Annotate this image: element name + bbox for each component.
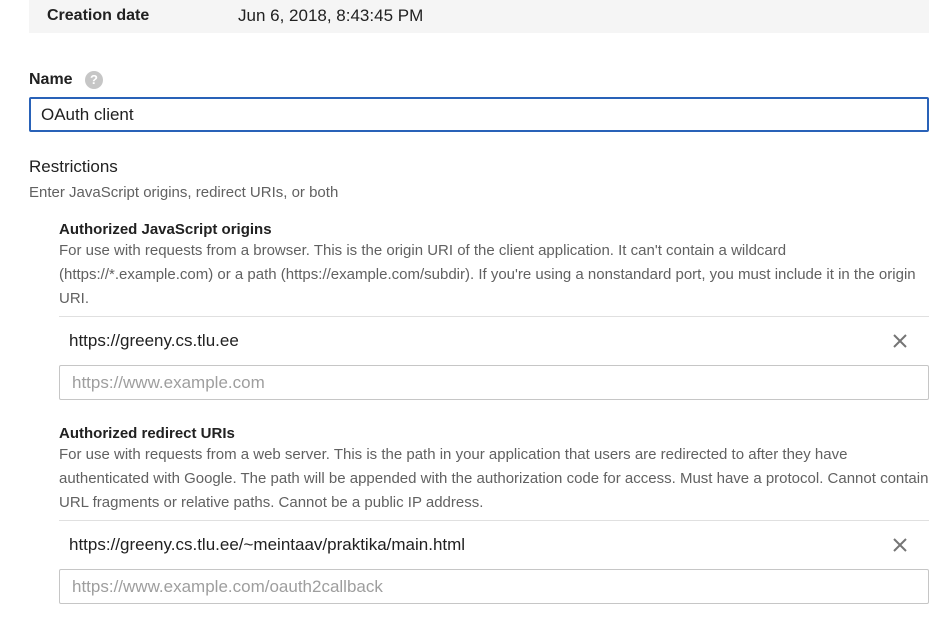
divider [59, 316, 929, 317]
oauth-client-form: Creation date Jun 6, 2018, 8:43:45 PM Na… [0, 0, 948, 634]
redirect-uri-entry: https://greeny.cs.tlu.ee/~meintaav/prakt… [69, 535, 466, 554]
close-icon[interactable] [891, 536, 909, 554]
js-origin-entry: https://greeny.cs.tlu.ee [69, 331, 239, 350]
redirect-uri-input[interactable] [59, 569, 929, 604]
divider [59, 520, 929, 521]
name-label: Name [29, 71, 73, 88]
creation-date-label: Creation date [47, 7, 150, 24]
js-origins-title: Authorized JavaScript origins [59, 221, 272, 238]
help-icon[interactable]: ? [85, 71, 103, 89]
redirect-uris-description: For use with requests from a web server.… [59, 446, 929, 511]
restrictions-title: Restrictions [29, 157, 118, 176]
creation-date-value: Jun 6, 2018, 8:43:45 PM [238, 6, 424, 25]
js-origins-description: For use with requests from a browser. Th… [59, 242, 916, 307]
name-input[interactable] [29, 97, 929, 132]
js-origin-input[interactable] [59, 365, 929, 400]
close-icon[interactable] [891, 332, 909, 350]
restrictions-description: Enter JavaScript origins, redirect URIs,… [29, 184, 339, 201]
creation-date-row: Creation date Jun 6, 2018, 8:43:45 PM [29, 0, 929, 33]
redirect-uris-title: Authorized redirect URIs [59, 425, 235, 442]
